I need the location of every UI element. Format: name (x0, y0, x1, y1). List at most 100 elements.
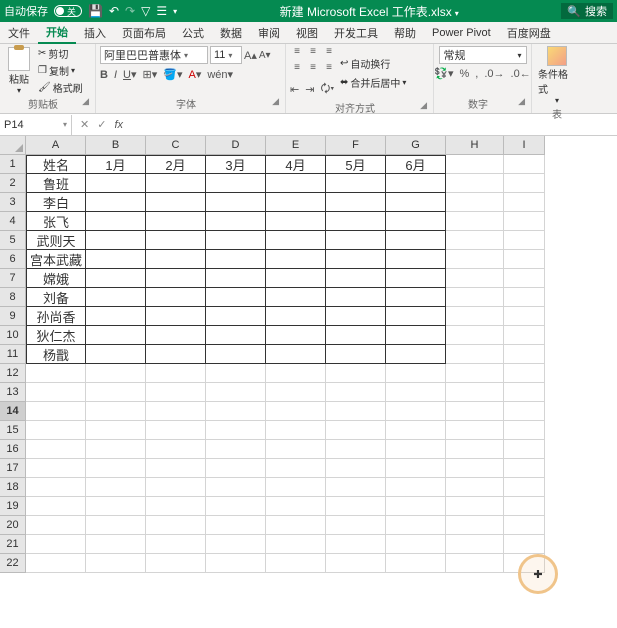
row-header-22[interactable]: 22 (0, 554, 26, 573)
cell-C13[interactable] (146, 383, 206, 402)
cell-E10[interactable] (266, 326, 326, 345)
cell-C17[interactable] (146, 459, 206, 478)
cell-H3[interactable] (446, 193, 504, 212)
cell-F18[interactable] (326, 478, 386, 497)
cell-G4[interactable] (386, 212, 446, 231)
cell-B13[interactable] (86, 383, 146, 402)
cell-G20[interactable] (386, 516, 446, 535)
row-header-10[interactable]: 10 (0, 326, 26, 345)
cell-F7[interactable] (326, 269, 386, 288)
save-icon[interactable]: 💾 (88, 4, 103, 18)
row-header-17[interactable]: 17 (0, 459, 26, 478)
cell-F11[interactable] (326, 345, 386, 364)
cell-H12[interactable] (446, 364, 504, 383)
cell-F17[interactable] (326, 459, 386, 478)
cell-I13[interactable] (504, 383, 545, 402)
decrease-font-icon[interactable]: A▾ (259, 50, 271, 61)
cell-I4[interactable] (504, 212, 545, 231)
cell-G10[interactable] (386, 326, 446, 345)
cell-C11[interactable] (146, 345, 206, 364)
cell-D3[interactable] (206, 193, 266, 212)
cell-C3[interactable] (146, 193, 206, 212)
copy-button[interactable]: ❐复制▾ (38, 63, 83, 78)
cell-E18[interactable] (266, 478, 326, 497)
cell-G14[interactable] (386, 402, 446, 421)
cell-A14[interactable] (26, 402, 86, 421)
row-header-5[interactable]: 5 (0, 231, 26, 250)
cell-C22[interactable] (146, 554, 206, 573)
cell-A15[interactable] (26, 421, 86, 440)
tab-帮助[interactable]: 帮助 (386, 22, 424, 44)
merge-center-button[interactable]: ⬌合并后居中▾ (340, 75, 406, 90)
cell-F6[interactable] (326, 250, 386, 269)
cell-D4[interactable] (206, 212, 266, 231)
cell-I6[interactable] (504, 250, 545, 269)
cell-I3[interactable] (504, 193, 545, 212)
bold-button[interactable]: B (100, 69, 108, 81)
cell-D10[interactable] (206, 326, 266, 345)
cell-C14[interactable] (146, 402, 206, 421)
percent-format-icon[interactable]: % (460, 68, 470, 80)
phonetic-button[interactable]: wén▾ (207, 68, 233, 81)
dialog-launcher-icon[interactable]: ◢ (272, 96, 279, 107)
row-header-15[interactable]: 15 (0, 421, 26, 440)
cell-C4[interactable] (146, 212, 206, 231)
cell-I1[interactable] (504, 155, 545, 174)
redo-icon[interactable]: ↷ (125, 4, 135, 18)
cell-G1[interactable]: 6月 (386, 155, 446, 174)
cell-H21[interactable] (446, 535, 504, 554)
cell-H10[interactable] (446, 326, 504, 345)
cell-B16[interactable] (86, 440, 146, 459)
cell-H8[interactable] (446, 288, 504, 307)
cell-E17[interactable] (266, 459, 326, 478)
cell-I12[interactable] (504, 364, 545, 383)
cell-A1[interactable]: 姓名 (26, 155, 86, 174)
cell-D22[interactable] (206, 554, 266, 573)
cell-I2[interactable] (504, 174, 545, 193)
cell-E9[interactable] (266, 307, 326, 326)
underline-button[interactable]: U▾ (123, 68, 136, 81)
cell-I21[interactable] (504, 535, 545, 554)
row-header-18[interactable]: 18 (0, 478, 26, 497)
cell-B18[interactable] (86, 478, 146, 497)
cell-E19[interactable] (266, 497, 326, 516)
row-header-20[interactable]: 20 (0, 516, 26, 535)
cell-E12[interactable] (266, 364, 326, 383)
cell-E1[interactable]: 4月 (266, 155, 326, 174)
row-header-2[interactable]: 2 (0, 174, 26, 193)
cell-E8[interactable] (266, 288, 326, 307)
cell-I16[interactable] (504, 440, 545, 459)
decrease-indent-icon[interactable]: ⇤ (290, 83, 299, 96)
cell-A17[interactable] (26, 459, 86, 478)
cell-I8[interactable] (504, 288, 545, 307)
insert-function-icon[interactable]: fx (114, 119, 123, 131)
cell-D9[interactable] (206, 307, 266, 326)
cell-H13[interactable] (446, 383, 504, 402)
cell-H19[interactable] (446, 497, 504, 516)
cell-H6[interactable] (446, 250, 504, 269)
cell-E3[interactable] (266, 193, 326, 212)
wrap-text-button[interactable]: ↩自动换行 (340, 56, 406, 71)
formula-input[interactable] (131, 115, 617, 135)
col-header-H[interactable]: H (446, 136, 504, 155)
dialog-launcher-icon[interactable]: ◢ (420, 100, 427, 111)
cell-D11[interactable] (206, 345, 266, 364)
cell-C21[interactable] (146, 535, 206, 554)
cell-C16[interactable] (146, 440, 206, 459)
cell-B5[interactable] (86, 231, 146, 250)
tab-Power Pivot[interactable]: Power Pivot (424, 22, 499, 44)
cell-B8[interactable] (86, 288, 146, 307)
cell-C8[interactable] (146, 288, 206, 307)
cell-B2[interactable] (86, 174, 146, 193)
cell-C2[interactable] (146, 174, 206, 193)
cell-B19[interactable] (86, 497, 146, 516)
cell-F8[interactable] (326, 288, 386, 307)
cell-A2[interactable]: 鲁班 (26, 174, 86, 193)
cell-G15[interactable] (386, 421, 446, 440)
cell-F5[interactable] (326, 231, 386, 250)
tab-文件[interactable]: 文件 (0, 22, 38, 44)
cell-F19[interactable] (326, 497, 386, 516)
cell-H15[interactable] (446, 421, 504, 440)
cell-G21[interactable] (386, 535, 446, 554)
cell-H17[interactable] (446, 459, 504, 478)
